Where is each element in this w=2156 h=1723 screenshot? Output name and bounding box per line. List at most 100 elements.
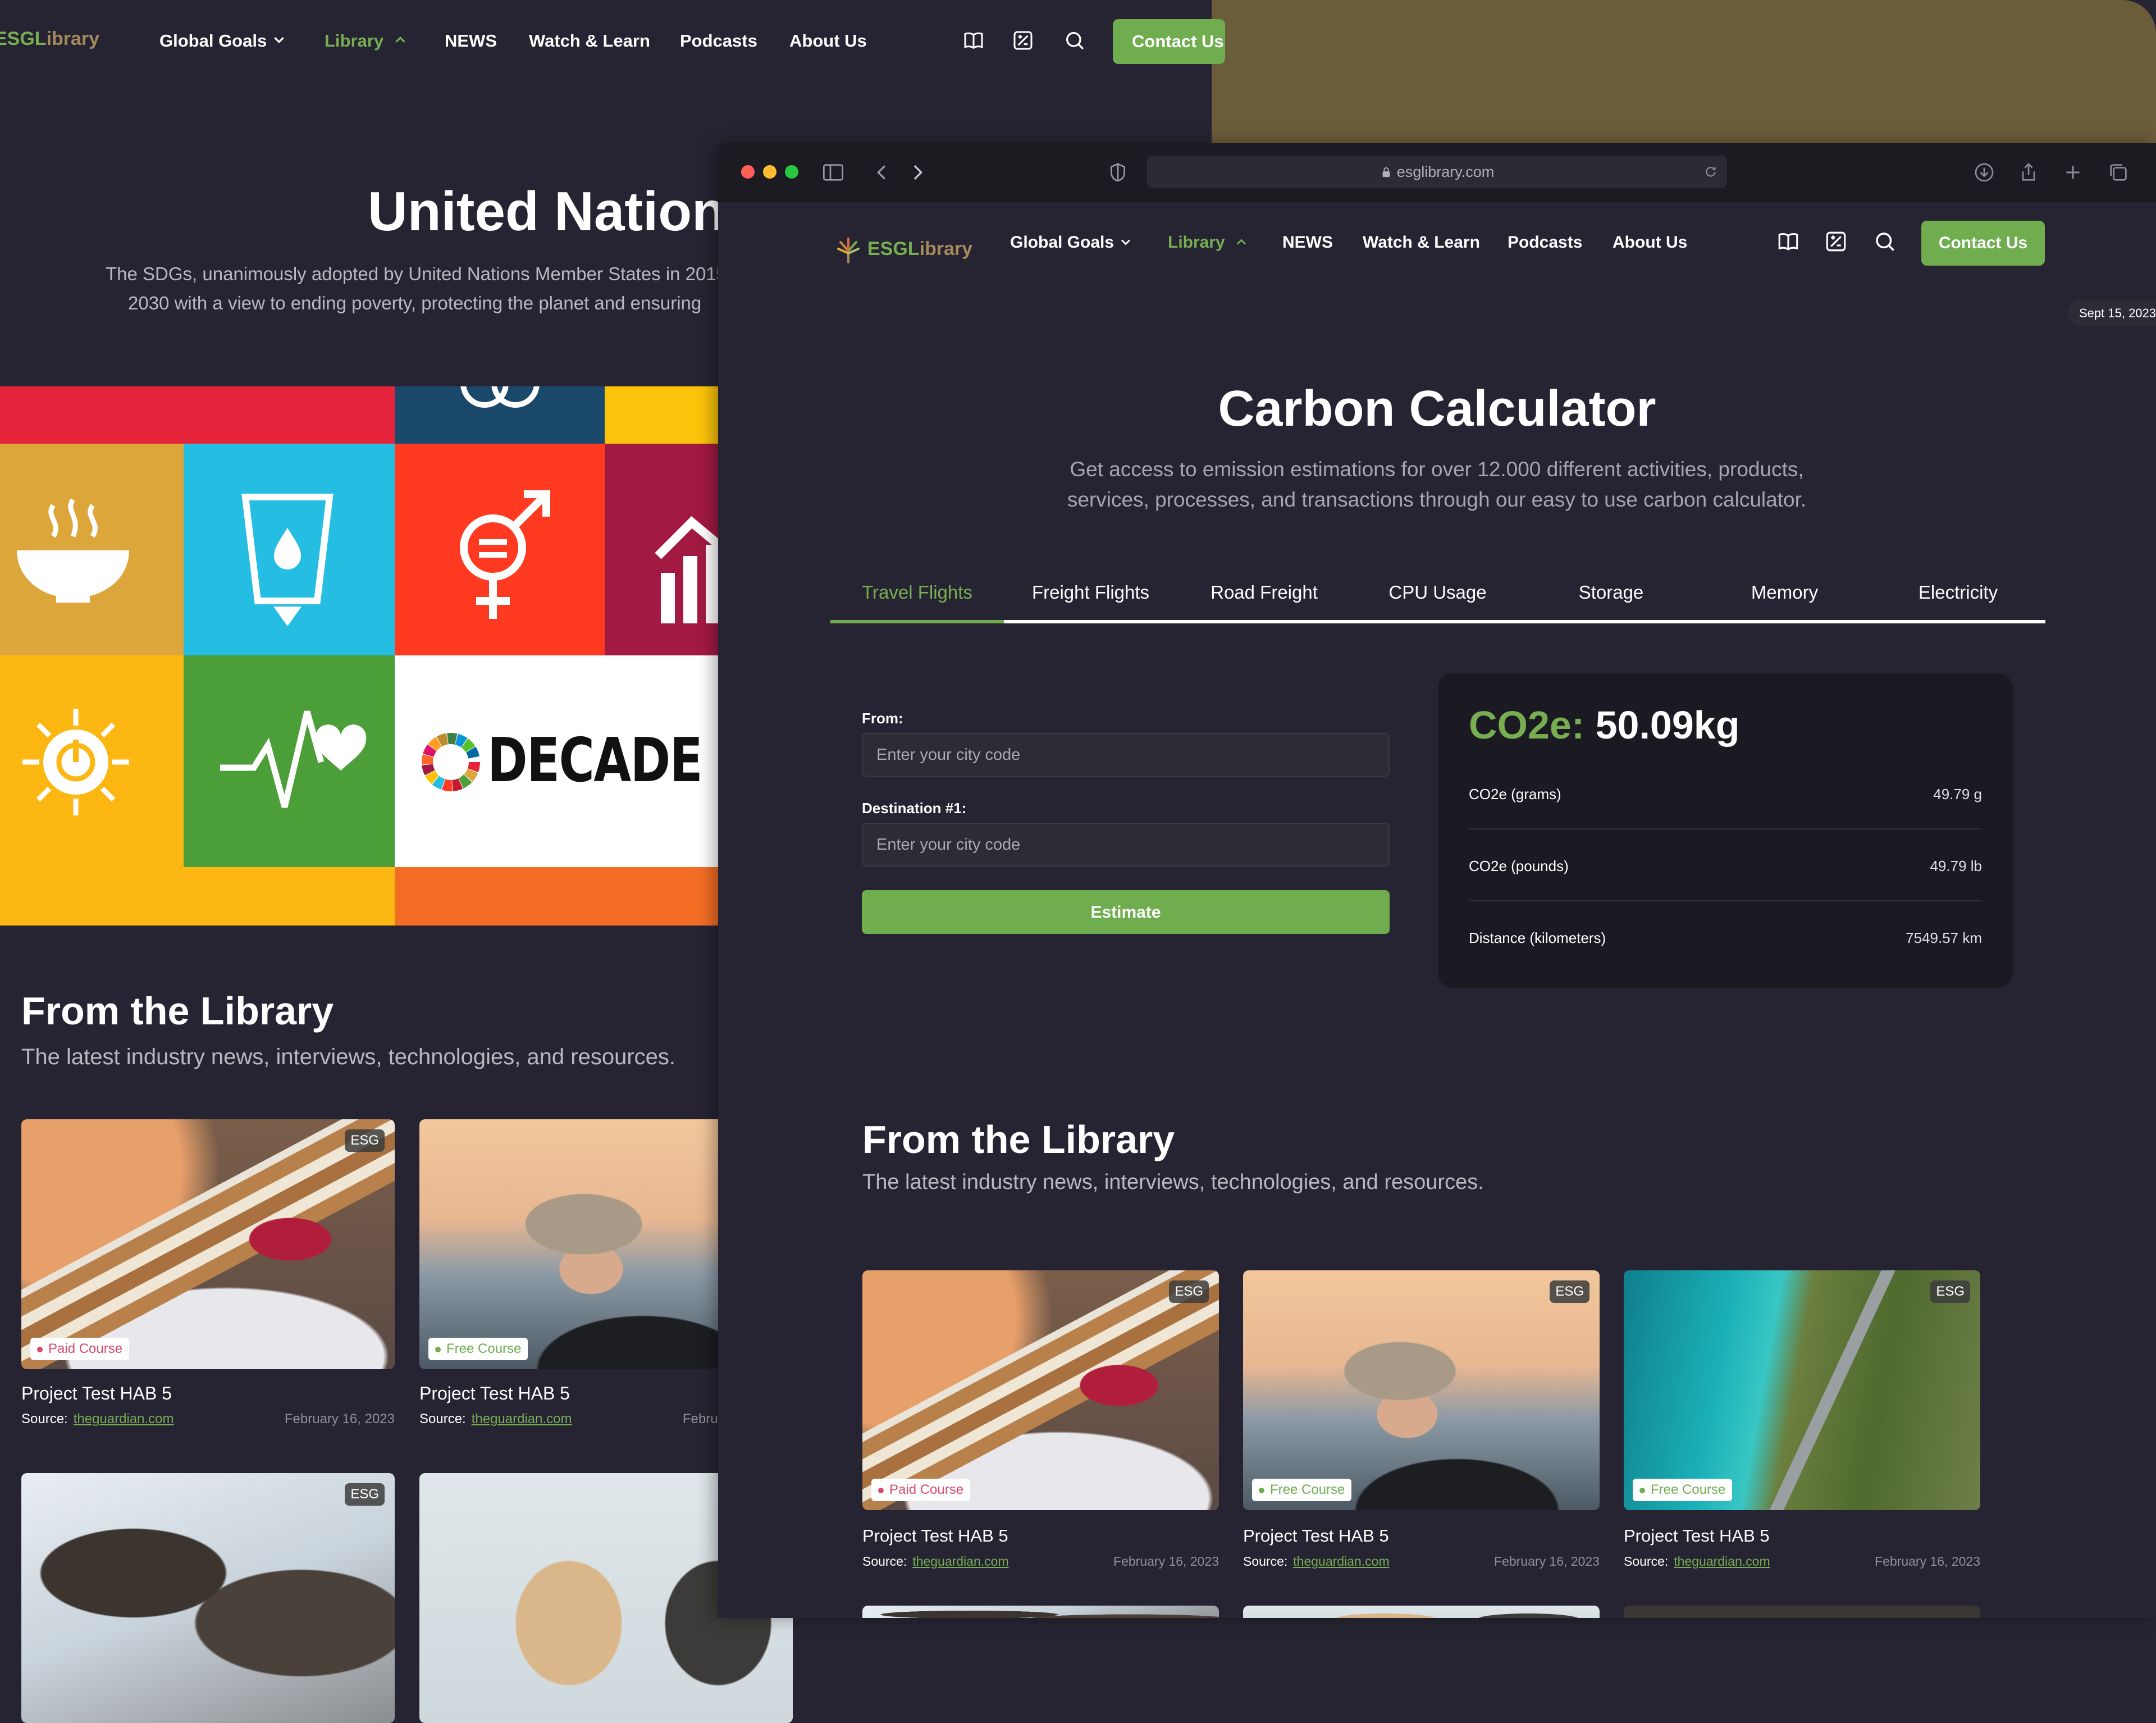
heartbeat-icon: [220, 710, 367, 808]
tab-storage[interactable]: Storage: [1524, 575, 1698, 623]
page-title: Carbon Calculator: [1218, 381, 1656, 437]
tab-memory[interactable]: Memory: [1698, 575, 1871, 623]
search-icon[interactable]: [1063, 29, 1086, 52]
bg-nav-about[interactable]: About Us: [789, 31, 867, 51]
bg-nav-library[interactable]: Library: [325, 31, 383, 51]
card-date: February 16, 2023: [284, 1411, 395, 1426]
sdg-tile-good-health: [184, 655, 395, 867]
chevron-down-icon: [274, 37, 284, 43]
logo-tree-icon: [837, 238, 860, 263]
course-badge: Free Course: [1633, 1479, 1733, 1501]
sdg-tile-no-poverty: [0, 386, 395, 444]
nav-watch-learn[interactable]: Watch & Learn: [1363, 233, 1480, 252]
card-image[interactable]: ESG Free Course: [1243, 1270, 1600, 1510]
sidebar-icon[interactable]: [822, 161, 844, 184]
lock-icon: [1382, 167, 1390, 177]
next-card-peek[interactable]: [862, 1606, 1219, 1618]
tab-road-freight[interactable]: Road Freight: [1177, 575, 1351, 623]
sdg-tile-clean-energy: [0, 655, 184, 867]
address-bar[interactable]: esglibrary.com: [1147, 156, 1727, 188]
result-row: CO2e (pounds) 49.79 lb: [1469, 829, 1982, 901]
source-link[interactable]: theguardian.com: [472, 1411, 572, 1426]
card-image[interactable]: ESG: [21, 1473, 395, 1723]
card-title[interactable]: Project Test HAB 5: [419, 1383, 570, 1404]
sdg-tile-zero-hunger: [0, 444, 184, 655]
nav-library[interactable]: Library: [1168, 233, 1225, 252]
bg-nav-global-goals[interactable]: Global Goals: [159, 31, 267, 51]
url-text: esglibrary.com: [1147, 163, 1727, 181]
chevron-up-icon[interactable]: [1234, 234, 1249, 250]
search-icon[interactable]: [1873, 230, 1897, 253]
source-link[interactable]: theguardian.com: [1674, 1554, 1770, 1569]
card-image[interactable]: ESG Paid Course: [862, 1270, 1219, 1510]
card-source: Source: theguardian.com: [419, 1411, 572, 1426]
calculator-icon[interactable]: [1824, 230, 1848, 253]
share-icon[interactable]: [2017, 161, 2040, 184]
card-title[interactable]: Project Test HAB 5: [862, 1526, 1008, 1546]
co2e-total: CO2e: 50.09kg: [1469, 703, 1740, 747]
tab-travel-flights[interactable]: Travel Flights: [830, 575, 1004, 623]
source-link[interactable]: theguardian.com: [74, 1411, 174, 1426]
library-card[interactable]: ESG Free Course Project Test HAB 5 Sourc…: [1624, 1270, 1980, 1569]
source-link[interactable]: theguardian.com: [912, 1554, 1008, 1569]
esg-tag: ESG: [1550, 1280, 1589, 1303]
back-icon[interactable]: [871, 161, 893, 184]
book-icon[interactable]: [1776, 230, 1800, 253]
minimize-window-button[interactable]: [763, 165, 776, 179]
card-title[interactable]: Project Test HAB 5: [21, 1383, 172, 1404]
bg-logo[interactable]: ESGLibrary: [0, 28, 99, 50]
library-title: From the Library: [862, 1118, 1175, 1161]
tab-freight-flights[interactable]: Freight Flights: [1004, 575, 1177, 623]
nav-about-us[interactable]: About Us: [1613, 233, 1687, 252]
download-icon[interactable]: [1973, 161, 1995, 184]
nav-global-goals[interactable]: Global Goals: [1010, 233, 1114, 252]
bg-contact-button[interactable]: Contact Us: [1113, 19, 1225, 64]
card-title[interactable]: Project Test HAB 5: [1243, 1526, 1389, 1546]
card-image[interactable]: ESG Free Course: [1624, 1270, 1980, 1510]
sdg-tile-partnerships: [395, 386, 605, 444]
nav-news[interactable]: NEWS: [1282, 233, 1333, 252]
bg-library-card[interactable]: ESG Paid Course Project Test HAB 5 Sourc…: [21, 1119, 395, 1426]
sdg-tile-clean-water: [184, 444, 395, 655]
estimate-button[interactable]: Estimate: [862, 890, 1390, 934]
bowl-icon: [17, 498, 129, 603]
sdg-tile-decent-work: [605, 444, 719, 655]
tab-cpu-usage[interactable]: CPU Usage: [1351, 575, 1524, 623]
calculator-icon[interactable]: [1012, 29, 1034, 52]
bg-nav-watch-learn[interactable]: Watch & Learn: [529, 31, 650, 51]
next-card-peek[interactable]: [1243, 1606, 1600, 1618]
date-badge: Sept 15, 2023: [2068, 300, 2156, 326]
forward-icon[interactable]: [906, 161, 929, 184]
website-content: ESGLibrary Global Goals Library NEWS Wat…: [718, 202, 2156, 1618]
course-badge: Paid Course: [30, 1338, 130, 1360]
bg-nav-news[interactable]: NEWS: [445, 31, 497, 51]
source-link[interactable]: theguardian.com: [1293, 1554, 1389, 1569]
bg-library-card[interactable]: ESG: [21, 1473, 395, 1723]
result-row: Distance (kilometers) 7549.57 km: [1469, 929, 1982, 946]
contact-us-button[interactable]: Contact Us: [1921, 221, 2045, 266]
gender-equality-icon: [460, 490, 550, 619]
destination-city-input[interactable]: [862, 823, 1390, 867]
sdg-tile-bottom-orange: [395, 867, 719, 926]
maximize-window-button[interactable]: [785, 165, 798, 179]
reload-icon[interactable]: [1703, 165, 1718, 179]
close-window-button[interactable]: [741, 165, 755, 179]
privacy-shield-icon[interactable]: [1107, 161, 1129, 184]
tab-overview-icon[interactable]: [2107, 161, 2130, 184]
next-card-peek[interactable]: [1624, 1606, 1980, 1618]
card-image[interactable]: ESG Paid Course: [21, 1119, 395, 1369]
site-logo[interactable]: ESGLibrary: [867, 238, 972, 260]
book-icon[interactable]: [962, 29, 985, 52]
from-city-input[interactable]: [862, 733, 1390, 777]
bg-nav-podcasts[interactable]: Podcasts: [680, 31, 757, 51]
tab-electricity[interactable]: Electricity: [1871, 575, 2045, 623]
browser-toolbar: esglibrary.com: [718, 143, 2156, 202]
rings-icon: [460, 386, 540, 408]
library-card[interactable]: ESG Free Course Project Test HAB 5 Sourc…: [1243, 1270, 1600, 1569]
sun-power-icon: [22, 709, 129, 815]
chevron-down-icon[interactable]: [1118, 234, 1134, 250]
card-title[interactable]: Project Test HAB 5: [1624, 1526, 1770, 1546]
library-card[interactable]: ESG Paid Course Project Test HAB 5 Sourc…: [862, 1270, 1219, 1569]
nav-podcasts[interactable]: Podcasts: [1508, 233, 1582, 252]
new-tab-icon[interactable]: [2062, 161, 2084, 184]
